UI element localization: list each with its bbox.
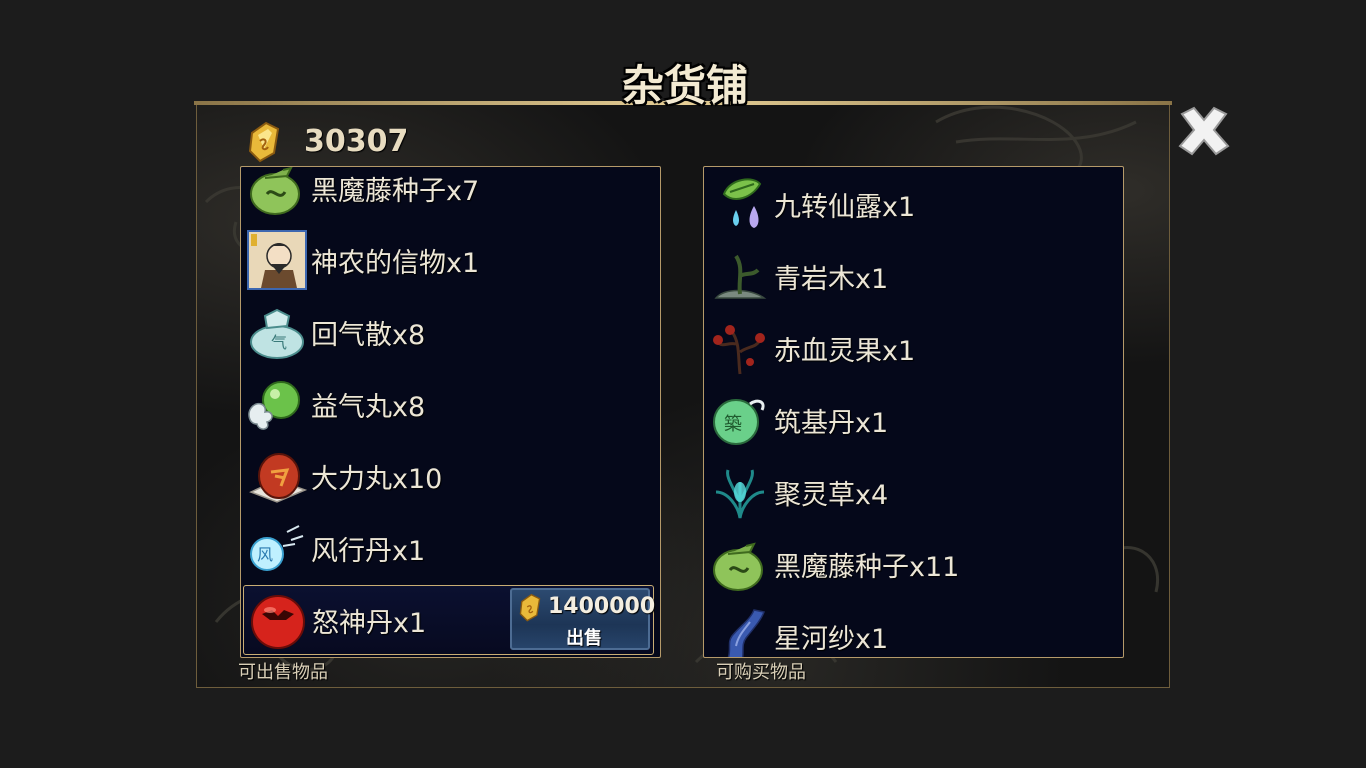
wind-pill-icon: 风 [250,525,304,571]
foundation-pill-icon: 築 [713,399,765,445]
svg-text:风: 风 [257,545,273,564]
sell-button-label: 出售 [566,628,602,649]
shennong-portrait-icon [247,230,307,290]
buy-list[interactable]: 九转仙露x1 青岩木x1 赤血灵果x1 築 筑基丹x1 聚灵草x4 黑魔藤种子x… [703,166,1124,658]
sell-item-name: 风行丹x1 [311,535,426,567]
sell-item[interactable]: 气 回气散x8 [241,297,660,367]
buy-item[interactable]: 九转仙露x1 [704,169,1123,239]
shop-screen: 杂货铺 30307 黑魔藤种子x7 神农的信物x1 气 回气散x8 益气丸x8 … [0,0,1366,768]
svg-text:築: 築 [724,414,742,435]
seed-bag-icon [250,167,300,215]
spirit-grass-icon [715,469,765,519]
sell-item-selected[interactable]: 怒神丹x1 1400000 出售 [243,585,655,655]
sell-item[interactable]: 黑魔藤种子x7 [241,167,660,223]
sell-item-name: 大力丸x10 [311,463,443,495]
buy-item-name: 九转仙露x1 [774,191,916,223]
green-wood-icon [714,254,767,299]
buy-item[interactable]: 星河纱x1 [704,601,1123,657]
buy-item-name: 黑魔藤种子x11 [774,551,960,583]
sell-item-name: 怒神丹x1 [312,607,427,639]
sell-item[interactable]: 大力丸x10 [241,441,660,511]
sell-list-caption: 可出售物品 [238,662,328,683]
sell-list[interactable]: 黑魔藤种子x7 神农的信物x1 气 回气散x8 益气丸x8 大力丸x10 风 风… [240,166,661,658]
buy-item-name: 筑基丹x1 [774,407,889,439]
sell-item-name: 神农的信物x1 [311,247,480,279]
gold-ingot-icon [248,121,280,163]
seed-bag-icon [713,542,763,591]
red-rage-pill-icon [251,595,305,649]
sell-button[interactable]: 1400000 出售 [510,588,655,650]
red-fruit-icon [713,325,765,375]
sell-item[interactable]: 神农的信物x1 [241,225,660,295]
buy-item-name: 青岩木x1 [774,263,889,295]
sell-item-name: 回气散x8 [311,319,426,351]
buy-item-name: 星河纱x1 [774,623,889,655]
sell-item-name: 黑魔藤种子x7 [311,175,480,207]
green-pill-icon [248,381,300,430]
buy-item-name: 赤血灵果x1 [774,335,916,367]
buy-item[interactable]: 赤血灵果x1 [704,313,1123,383]
buy-item-name: 聚灵草x4 [774,479,889,511]
gold-amount: 30307 [304,123,409,159]
red-strength-pill-icon [249,453,307,503]
buy-item[interactable]: 聚灵草x4 [704,457,1123,527]
qi-powder-bag-icon: 气 [250,308,304,359]
gold-ingot-icon [519,593,541,622]
sell-price: 1400000 [548,594,656,619]
buy-list-caption: 可购买物品 [716,662,806,683]
sell-item-name: 益气丸x8 [311,391,426,423]
close-button[interactable] [1174,104,1234,158]
sell-item[interactable]: 益气丸x8 [241,369,660,439]
sell-item[interactable]: 风 风行丹x1 [241,513,660,583]
shop-title: 杂货铺 [621,61,748,110]
gold-balance: 30307 [244,118,408,164]
buy-item[interactable]: 青岩木x1 [704,241,1123,311]
buy-item[interactable]: 築 筑基丹x1 [704,385,1123,455]
star-silk-icon [727,609,766,657]
leaf-dew-icon [722,178,762,228]
buy-item[interactable]: 黑魔藤种子x11 [704,529,1123,599]
close-x-icon [1178,106,1230,156]
svg-text:气: 气 [271,333,287,352]
